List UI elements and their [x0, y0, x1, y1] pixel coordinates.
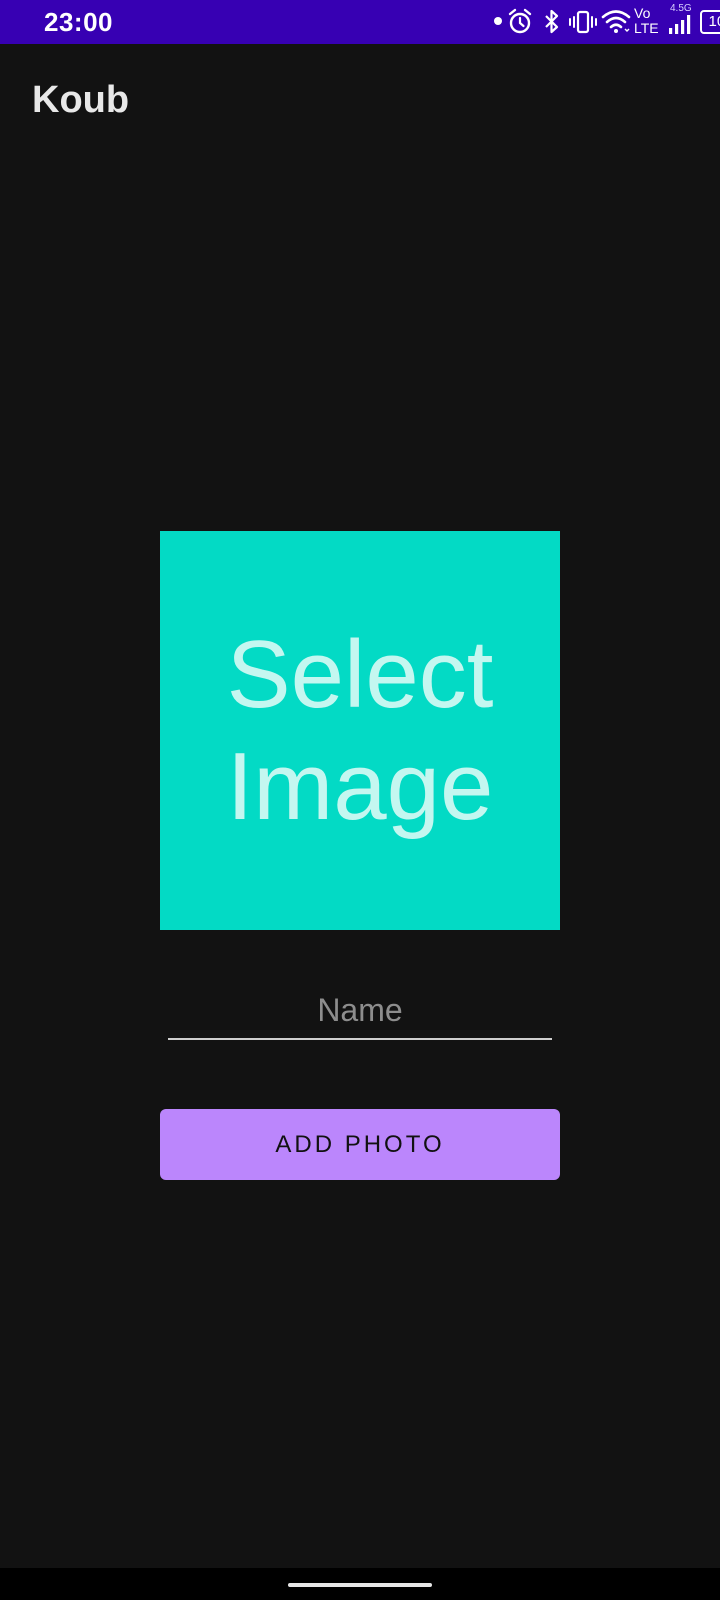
vibrate-icon [569, 10, 597, 34]
status-bar: 23:00 Vo LTE 4.5G 1 [0, 0, 720, 44]
status-time: 23:00 [44, 7, 113, 37]
select-image-label: Select Image [226, 620, 494, 840]
wifi-icon [601, 10, 631, 33]
home-indicator[interactable] [288, 1583, 432, 1587]
network-bottom-label: LTE [634, 20, 659, 36]
battery-icon: 100 [700, 10, 720, 34]
bluetooth-icon [545, 9, 559, 34]
app-title: Koub [32, 79, 130, 121]
battery-level: 100 [708, 13, 720, 30]
volte-icon: Vo LTE [634, 6, 664, 40]
alarm-icon [508, 8, 532, 34]
signal-bars-icon [669, 15, 691, 34]
status-icons: Vo LTE 4.5G 100 [400, 0, 720, 44]
name-input[interactable] [168, 982, 552, 1040]
add-photo-button[interactable]: ADD PHOTO [160, 1109, 560, 1180]
select-image-button[interactable]: Select Image [160, 531, 560, 930]
dot-icon [494, 17, 502, 25]
network-top-label: Vo [634, 5, 651, 21]
navigation-bar [0, 1568, 720, 1600]
signal-icon: 4.5G [666, 0, 696, 44]
